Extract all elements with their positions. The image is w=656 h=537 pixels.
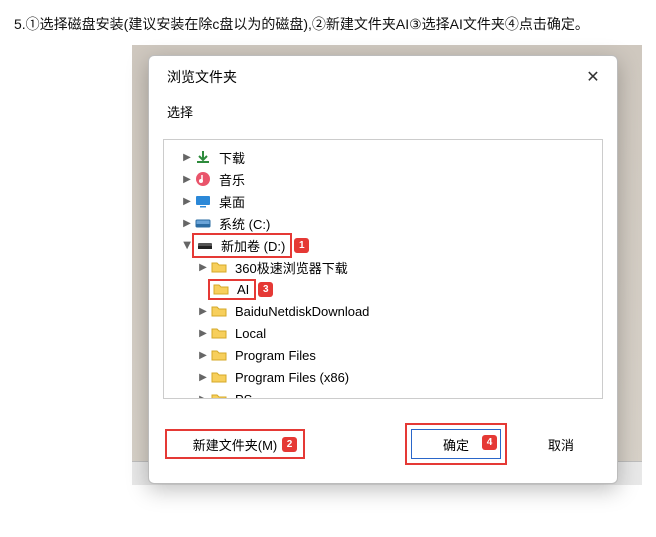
step-instruction: 5.①选择磁盘安装(建议安装在除c盘以为的磁盘),②新建文件夹AI③选择AI文件…: [0, 0, 656, 45]
dialog-title: 浏览文件夹: [167, 67, 237, 87]
chevron-right-icon[interactable]: ▶: [180, 174, 194, 185]
button-label: 确定: [443, 435, 469, 454]
folder-icon: [210, 259, 228, 275]
chevron-right-icon[interactable]: ▶: [180, 196, 194, 207]
dialog-subtitle: 选择: [149, 98, 617, 131]
tree-label: 360极速浏览器下载: [232, 257, 351, 278]
drive-icon: [196, 237, 214, 253]
chevron-right-icon[interactable]: ▶: [196, 306, 210, 317]
chevron-right-icon[interactable]: ▶: [196, 262, 210, 273]
folder-icon: [210, 325, 228, 341]
tree-node-d-pf86[interactable]: ▶ Program Files (x86): [164, 366, 602, 388]
browse-folder-dialog: 浏览文件夹 ✕ 选择 ▶ 下载 ▶ 音乐: [148, 55, 618, 484]
tree-label: AI: [234, 281, 252, 298]
close-icon: ✕: [586, 67, 599, 87]
tree-node-d-local[interactable]: ▶ Local: [164, 322, 602, 344]
tree-label: Local: [232, 325, 269, 342]
download-icon: [194, 149, 212, 165]
chevron-down-icon[interactable]: ▶: [182, 238, 193, 252]
annotation-badge-3: 3: [258, 282, 273, 297]
folder-icon: [210, 369, 228, 385]
chevron-right-icon[interactable]: ▶: [196, 394, 210, 400]
tree-label: Program Files: [232, 347, 319, 364]
tree-label: 新加卷 (D:): [218, 235, 288, 256]
folder-icon: [210, 347, 228, 363]
tree-node-downloads[interactable]: ▶ 下载: [164, 146, 602, 168]
tree-label: BaiduNetdiskDownload: [232, 303, 372, 320]
tree-label: 系统 (C:): [216, 213, 273, 234]
drive-d-highlight: 新加卷 (D:): [194, 235, 290, 256]
music-icon: [194, 171, 212, 187]
tree-label: 音乐: [216, 169, 248, 190]
annotation-badge-2: 2: [282, 437, 297, 452]
button-label: 新建文件夹(M): [193, 435, 278, 454]
dialog-button-row: 新建文件夹(M) 2 确定 4 取消: [149, 413, 617, 483]
tree-label: Program Files (x86): [232, 369, 352, 386]
tree-node-d-ps[interactable]: ▶ PS: [164, 388, 602, 399]
annotation-badge-4: 4: [482, 435, 497, 450]
folder-icon: [212, 281, 230, 297]
tree-label: PS: [232, 391, 255, 400]
chevron-right-icon[interactable]: ▶: [196, 328, 210, 339]
tree-node-desktop[interactable]: ▶ 桌面: [164, 190, 602, 212]
new-folder-button[interactable]: 新建文件夹(M) 2: [165, 429, 305, 459]
folder-tree[interactable]: ▶ 下载 ▶ 音乐 ▶ 桌面: [163, 139, 603, 399]
tree-node-system-c[interactable]: ▶ 系统 (C:): [164, 212, 602, 234]
ai-folder-highlight: AI: [210, 281, 254, 298]
tree-node-d-360[interactable]: ▶ 360极速浏览器下载: [164, 256, 602, 278]
chevron-right-icon[interactable]: ▶: [180, 218, 194, 229]
folder-icon: [210, 303, 228, 319]
tree-node-d-ai[interactable]: ▶ AI 3: [164, 278, 602, 300]
tree-node-d-baidu[interactable]: ▶ BaiduNetdiskDownload: [164, 300, 602, 322]
chevron-right-icon[interactable]: ▶: [196, 372, 210, 383]
chevron-right-icon[interactable]: ▶: [196, 350, 210, 361]
close-button[interactable]: ✕: [579, 66, 607, 88]
dialog-titlebar: 浏览文件夹 ✕: [149, 56, 617, 98]
drive-icon: [194, 215, 212, 231]
folder-icon: [210, 391, 228, 399]
screenshot-stage: 默认位置 浏览文件夹 ✕ 选择 ▶ 下载 ▶: [14, 45, 642, 485]
tree-node-drive-d[interactable]: ▶ 新加卷 (D:) 1: [164, 234, 602, 256]
tree-node-music[interactable]: ▶ 音乐: [164, 168, 602, 190]
cancel-button[interactable]: 取消: [521, 429, 601, 459]
annotation-badge-1: 1: [294, 238, 309, 253]
desktop-icon: [194, 193, 212, 209]
tree-node-d-pf[interactable]: ▶ Program Files: [164, 344, 602, 366]
ok-button-highlight: 确定 4: [405, 423, 507, 465]
chevron-right-icon[interactable]: ▶: [180, 152, 194, 163]
tree-label: 桌面: [216, 191, 248, 212]
tree-label: 下载: [216, 147, 248, 168]
button-label: 取消: [548, 435, 574, 454]
